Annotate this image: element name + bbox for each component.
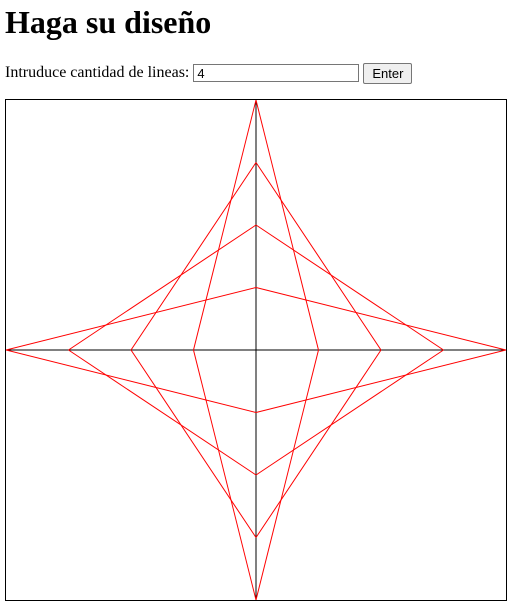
line-count-input[interactable] bbox=[193, 64, 360, 82]
design-line bbox=[255, 100, 319, 351]
design-line bbox=[193, 100, 257, 351]
design-line bbox=[6, 349, 257, 413]
design-line bbox=[193, 349, 257, 600]
design-line bbox=[130, 349, 257, 538]
page-title: Haga su diseño bbox=[5, 4, 212, 40]
line-count-label: Intruduce cantidad de lineas: bbox=[5, 64, 190, 81]
design-drawing bbox=[6, 100, 506, 600]
design-line bbox=[255, 349, 506, 413]
design-line bbox=[68, 224, 257, 351]
design-line bbox=[255, 224, 444, 351]
design-line bbox=[255, 162, 382, 351]
enter-button[interactable]: Enter bbox=[363, 62, 413, 84]
design-canvas bbox=[5, 99, 507, 601]
design-line bbox=[255, 287, 506, 351]
design-line bbox=[68, 349, 257, 476]
design-line bbox=[130, 162, 257, 351]
design-line bbox=[255, 349, 382, 538]
line-count-form: Intruduce cantidad de lineas: Enter bbox=[5, 62, 413, 84]
design-line bbox=[6, 287, 257, 351]
design-line bbox=[255, 349, 319, 600]
design-line bbox=[255, 349, 444, 476]
